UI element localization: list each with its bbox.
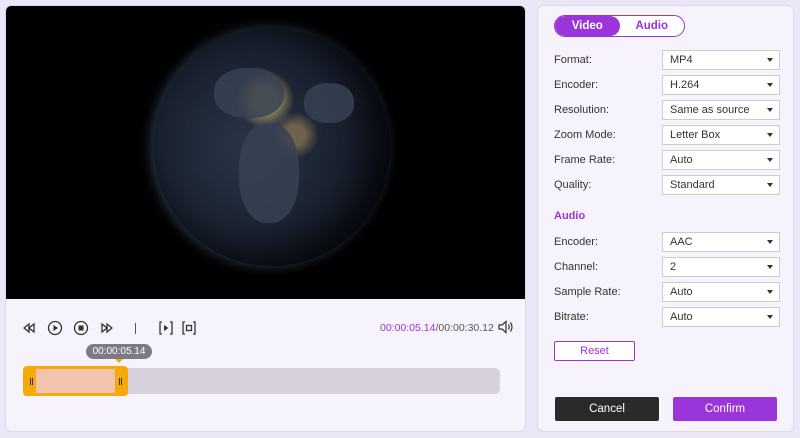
- sample-rate-value: Auto: [670, 286, 693, 298]
- chevron-down-icon: [767, 265, 773, 269]
- video-preview: [6, 6, 525, 299]
- quality-row: Quality: Standard: [554, 175, 780, 195]
- sample-rate-row: Sample Rate: Auto: [554, 282, 780, 302]
- sample-rate-label: Sample Rate:: [554, 286, 621, 298]
- encoder-value: H.264: [670, 79, 700, 91]
- chevron-down-icon: [767, 315, 773, 319]
- settings-panel: Video Audio Format: MP4 Encoder: H.264 R…: [537, 5, 794, 432]
- zoom-mode-row: Zoom Mode: Letter Box: [554, 125, 780, 145]
- format-select[interactable]: MP4: [662, 50, 780, 70]
- settings-tabs: Video Audio: [554, 15, 685, 37]
- bitrate-value: Auto: [670, 311, 693, 323]
- resolution-select[interactable]: Same as source: [662, 100, 780, 120]
- channel-value: 2: [670, 261, 677, 273]
- channel-row: Channel: 2: [554, 257, 780, 277]
- zoom-mode-value: Letter Box: [670, 129, 721, 141]
- chevron-down-icon: [767, 290, 773, 294]
- divider: [135, 323, 136, 334]
- play-icon[interactable]: [47, 320, 63, 336]
- set-start-icon[interactable]: [158, 320, 174, 336]
- bitrate-row: Bitrate: Auto: [554, 307, 780, 327]
- audio-encoder-select[interactable]: AAC: [662, 232, 780, 252]
- audio-section-title: Audio: [554, 210, 586, 222]
- trim-selection[interactable]: [23, 366, 128, 396]
- frame-rate-label: Frame Rate:: [554, 154, 616, 166]
- format-row: Format: MP4: [554, 50, 780, 70]
- resolution-value: Same as source: [670, 104, 750, 116]
- earth-image: [154, 28, 390, 266]
- frame-rate-value: Auto: [670, 154, 693, 166]
- quality-label: Quality:: [554, 179, 592, 191]
- encoder-select[interactable]: H.264: [662, 75, 780, 95]
- chevron-down-icon: [767, 83, 773, 87]
- channel-select[interactable]: 2: [662, 257, 780, 277]
- quality-value: Standard: [670, 179, 715, 191]
- frame-rate-select[interactable]: Auto: [662, 150, 780, 170]
- chevron-down-icon: [767, 133, 773, 137]
- stop-icon[interactable]: [73, 320, 89, 336]
- channel-label: Channel:: [554, 261, 599, 273]
- bitrate-label: Bitrate:: [554, 311, 589, 323]
- format-label: Format:: [554, 54, 592, 66]
- reset-button[interactable]: Reset: [554, 341, 635, 361]
- chevron-down-icon: [767, 240, 773, 244]
- current-time: 00:00:05.14: [380, 322, 436, 334]
- frame-rate-row: Frame Rate: Auto: [554, 150, 780, 170]
- audio-encoder-row: Encoder: AAC: [554, 232, 780, 252]
- zoom-mode-select[interactable]: Letter Box: [662, 125, 780, 145]
- total-time: /00:00:30.12: [435, 322, 494, 334]
- format-value: MP4: [670, 54, 693, 66]
- sample-rate-select[interactable]: Auto: [662, 282, 780, 302]
- encoder-row: Encoder: H.264: [554, 75, 780, 95]
- set-end-icon[interactable]: [181, 320, 197, 336]
- next-frame-icon[interactable]: [99, 320, 115, 336]
- trim-start-handle[interactable]: [26, 369, 36, 393]
- chevron-down-icon: [767, 158, 773, 162]
- bitrate-select[interactable]: Auto: [662, 307, 780, 327]
- time-display: 00:00:05.14/00:00:30.12: [380, 322, 494, 334]
- preview-panel: 00:00:05.14/00:00:30.12 00:00:05.14: [5, 5, 526, 432]
- previous-frame-icon[interactable]: [21, 320, 37, 336]
- quality-select[interactable]: Standard: [662, 175, 780, 195]
- resolution-row: Resolution: Same as source: [554, 100, 780, 120]
- zoom-mode-label: Zoom Mode:: [554, 129, 616, 141]
- cancel-button[interactable]: Cancel: [555, 397, 659, 421]
- trim-end-handle[interactable]: [115, 369, 125, 393]
- playhead-tooltip: 00:00:05.14: [86, 344, 152, 363]
- tab-video[interactable]: Video: [555, 16, 620, 36]
- encoder-label: Encoder:: [554, 79, 599, 91]
- tab-audio[interactable]: Audio: [620, 16, 685, 36]
- audio-encoder-value: AAC: [670, 236, 693, 248]
- confirm-button[interactable]: Confirm: [673, 397, 777, 421]
- player-controls: 00:00:05.14/00:00:30.12 00:00:05.14: [6, 299, 525, 431]
- resolution-label: Resolution:: [554, 104, 610, 116]
- volume-icon[interactable]: [497, 319, 515, 335]
- chevron-down-icon: [767, 183, 773, 187]
- chevron-down-icon: [767, 58, 773, 62]
- chevron-down-icon: [767, 108, 773, 112]
- audio-encoder-label: Encoder:: [554, 236, 599, 248]
